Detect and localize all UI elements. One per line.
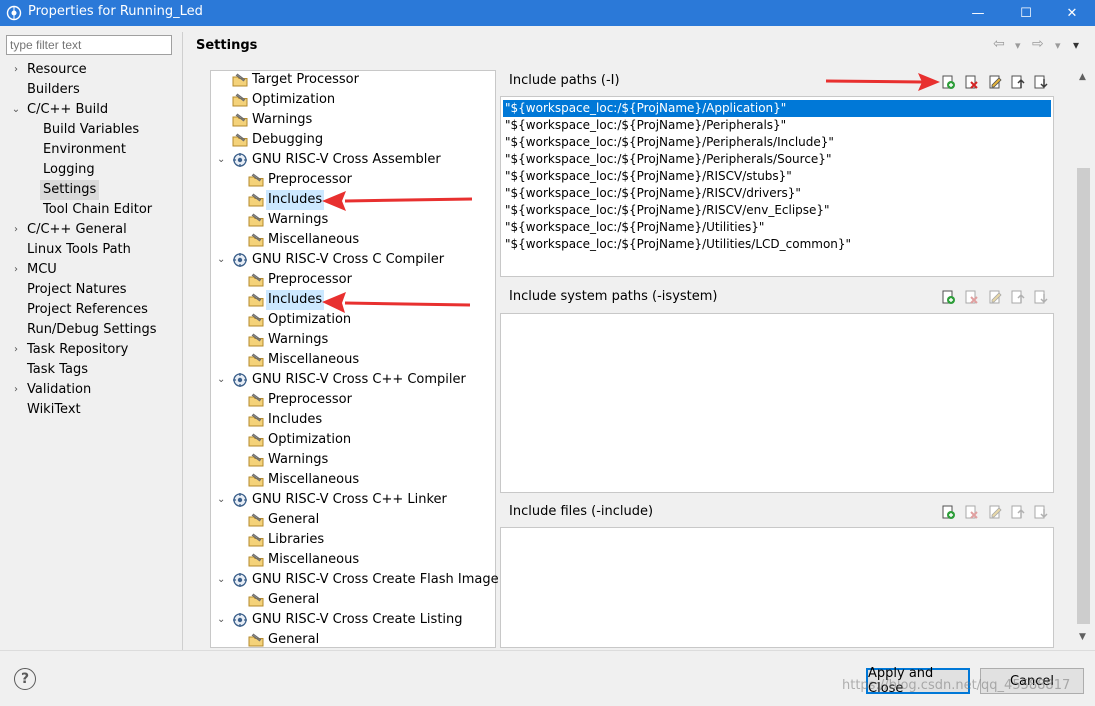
arrow-to-add-button [825,73,940,91]
annotation-arrows [322,73,940,313]
arrow-to-assembler-includes [322,191,473,211]
watermark: https://blog.csdn.net/qq_45588817 [842,678,1071,693]
arrow-to-compiler-includes [322,292,471,313]
bottom-separator [0,650,1095,651]
help-button[interactable]: ? [14,668,36,690]
